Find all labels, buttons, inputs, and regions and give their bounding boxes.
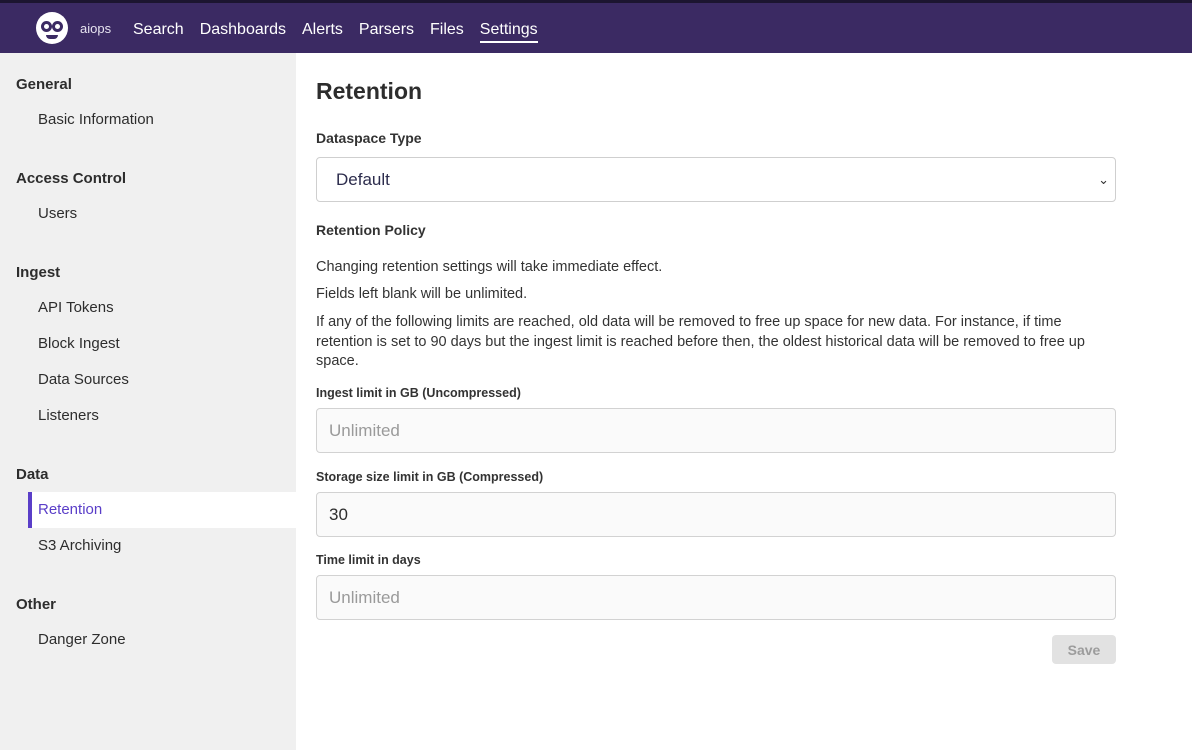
storage-limit-input[interactable] <box>316 492 1116 537</box>
page-title: Retention <box>316 78 423 104</box>
nav-files[interactable]: Files <box>430 19 464 43</box>
sidebar-item-listeners[interactable]: Listeners <box>28 398 296 434</box>
time-limit-label: Time limit in days <box>316 553 421 567</box>
sidebar-section-access-control: Access Control <box>16 170 127 187</box>
sidebar-item-data-sources[interactable]: Data Sources <box>28 362 296 398</box>
nav-parsers[interactable]: Parsers <box>359 19 414 43</box>
sidebar-item-basic-information[interactable]: Basic Information <box>28 102 296 138</box>
sidebar-item-retention[interactable]: Retention <box>28 492 296 528</box>
top-navigation-bar: aiops Search Dashboards Alerts Parsers F… <box>0 0 1192 53</box>
dataspace-type-value: Default <box>336 170 390 189</box>
sidebar-section-other: Other <box>16 596 57 613</box>
retention-policy-label: Retention Policy <box>316 222 426 238</box>
sidebar-section-ingest: Ingest <box>16 264 61 281</box>
info-immediate-effect: Changing retention settings will take im… <box>316 259 663 275</box>
ingest-limit-input[interactable] <box>316 408 1116 453</box>
info-limits-explanation: If any of the following limits are reach… <box>316 314 1085 369</box>
nav-search[interactable]: Search <box>133 19 184 43</box>
sidebar-section-data: Data <box>16 466 49 483</box>
dataspace-type-label: Dataspace Type <box>316 130 422 146</box>
info-blank-unlimited: Fields left blank will be unlimited. <box>316 286 528 302</box>
logo-mouth <box>46 35 58 39</box>
sidebar-section-general: General <box>16 76 72 93</box>
sidebar-item-s3-archiving[interactable]: S3 Archiving <box>28 528 296 564</box>
time-limit-input[interactable] <box>316 575 1116 620</box>
owl-logo-icon[interactable] <box>36 12 68 44</box>
nav-alerts[interactable]: Alerts <box>302 19 343 43</box>
ingest-limit-label: Ingest limit in GB (Uncompressed) <box>316 386 521 400</box>
logo-right-eye <box>52 21 63 32</box>
nav-dashboards[interactable]: Dashboards <box>200 19 286 43</box>
sidebar-item-block-ingest[interactable]: Block Ingest <box>28 326 296 362</box>
chevron-down-icon: ⌄ <box>1098 172 1109 187</box>
logo-left-eye <box>41 21 52 32</box>
nav-settings[interactable]: Settings <box>479 19 538 43</box>
sidebar-item-danger-zone[interactable]: Danger Zone <box>28 622 296 658</box>
save-button[interactable]: Save <box>1052 635 1116 664</box>
sidebar-item-api-tokens[interactable]: API Tokens <box>28 290 296 326</box>
storage-limit-label: Storage size limit in GB (Compressed) <box>316 470 544 484</box>
main-nav: Search Dashboards Alerts Parsers Files S… <box>133 19 538 43</box>
dataspace-type-select[interactable]: Default ⌄ <box>316 157 1116 202</box>
org-name[interactable]: aiops <box>80 21 111 36</box>
sidebar-item-users[interactable]: Users <box>28 196 296 232</box>
